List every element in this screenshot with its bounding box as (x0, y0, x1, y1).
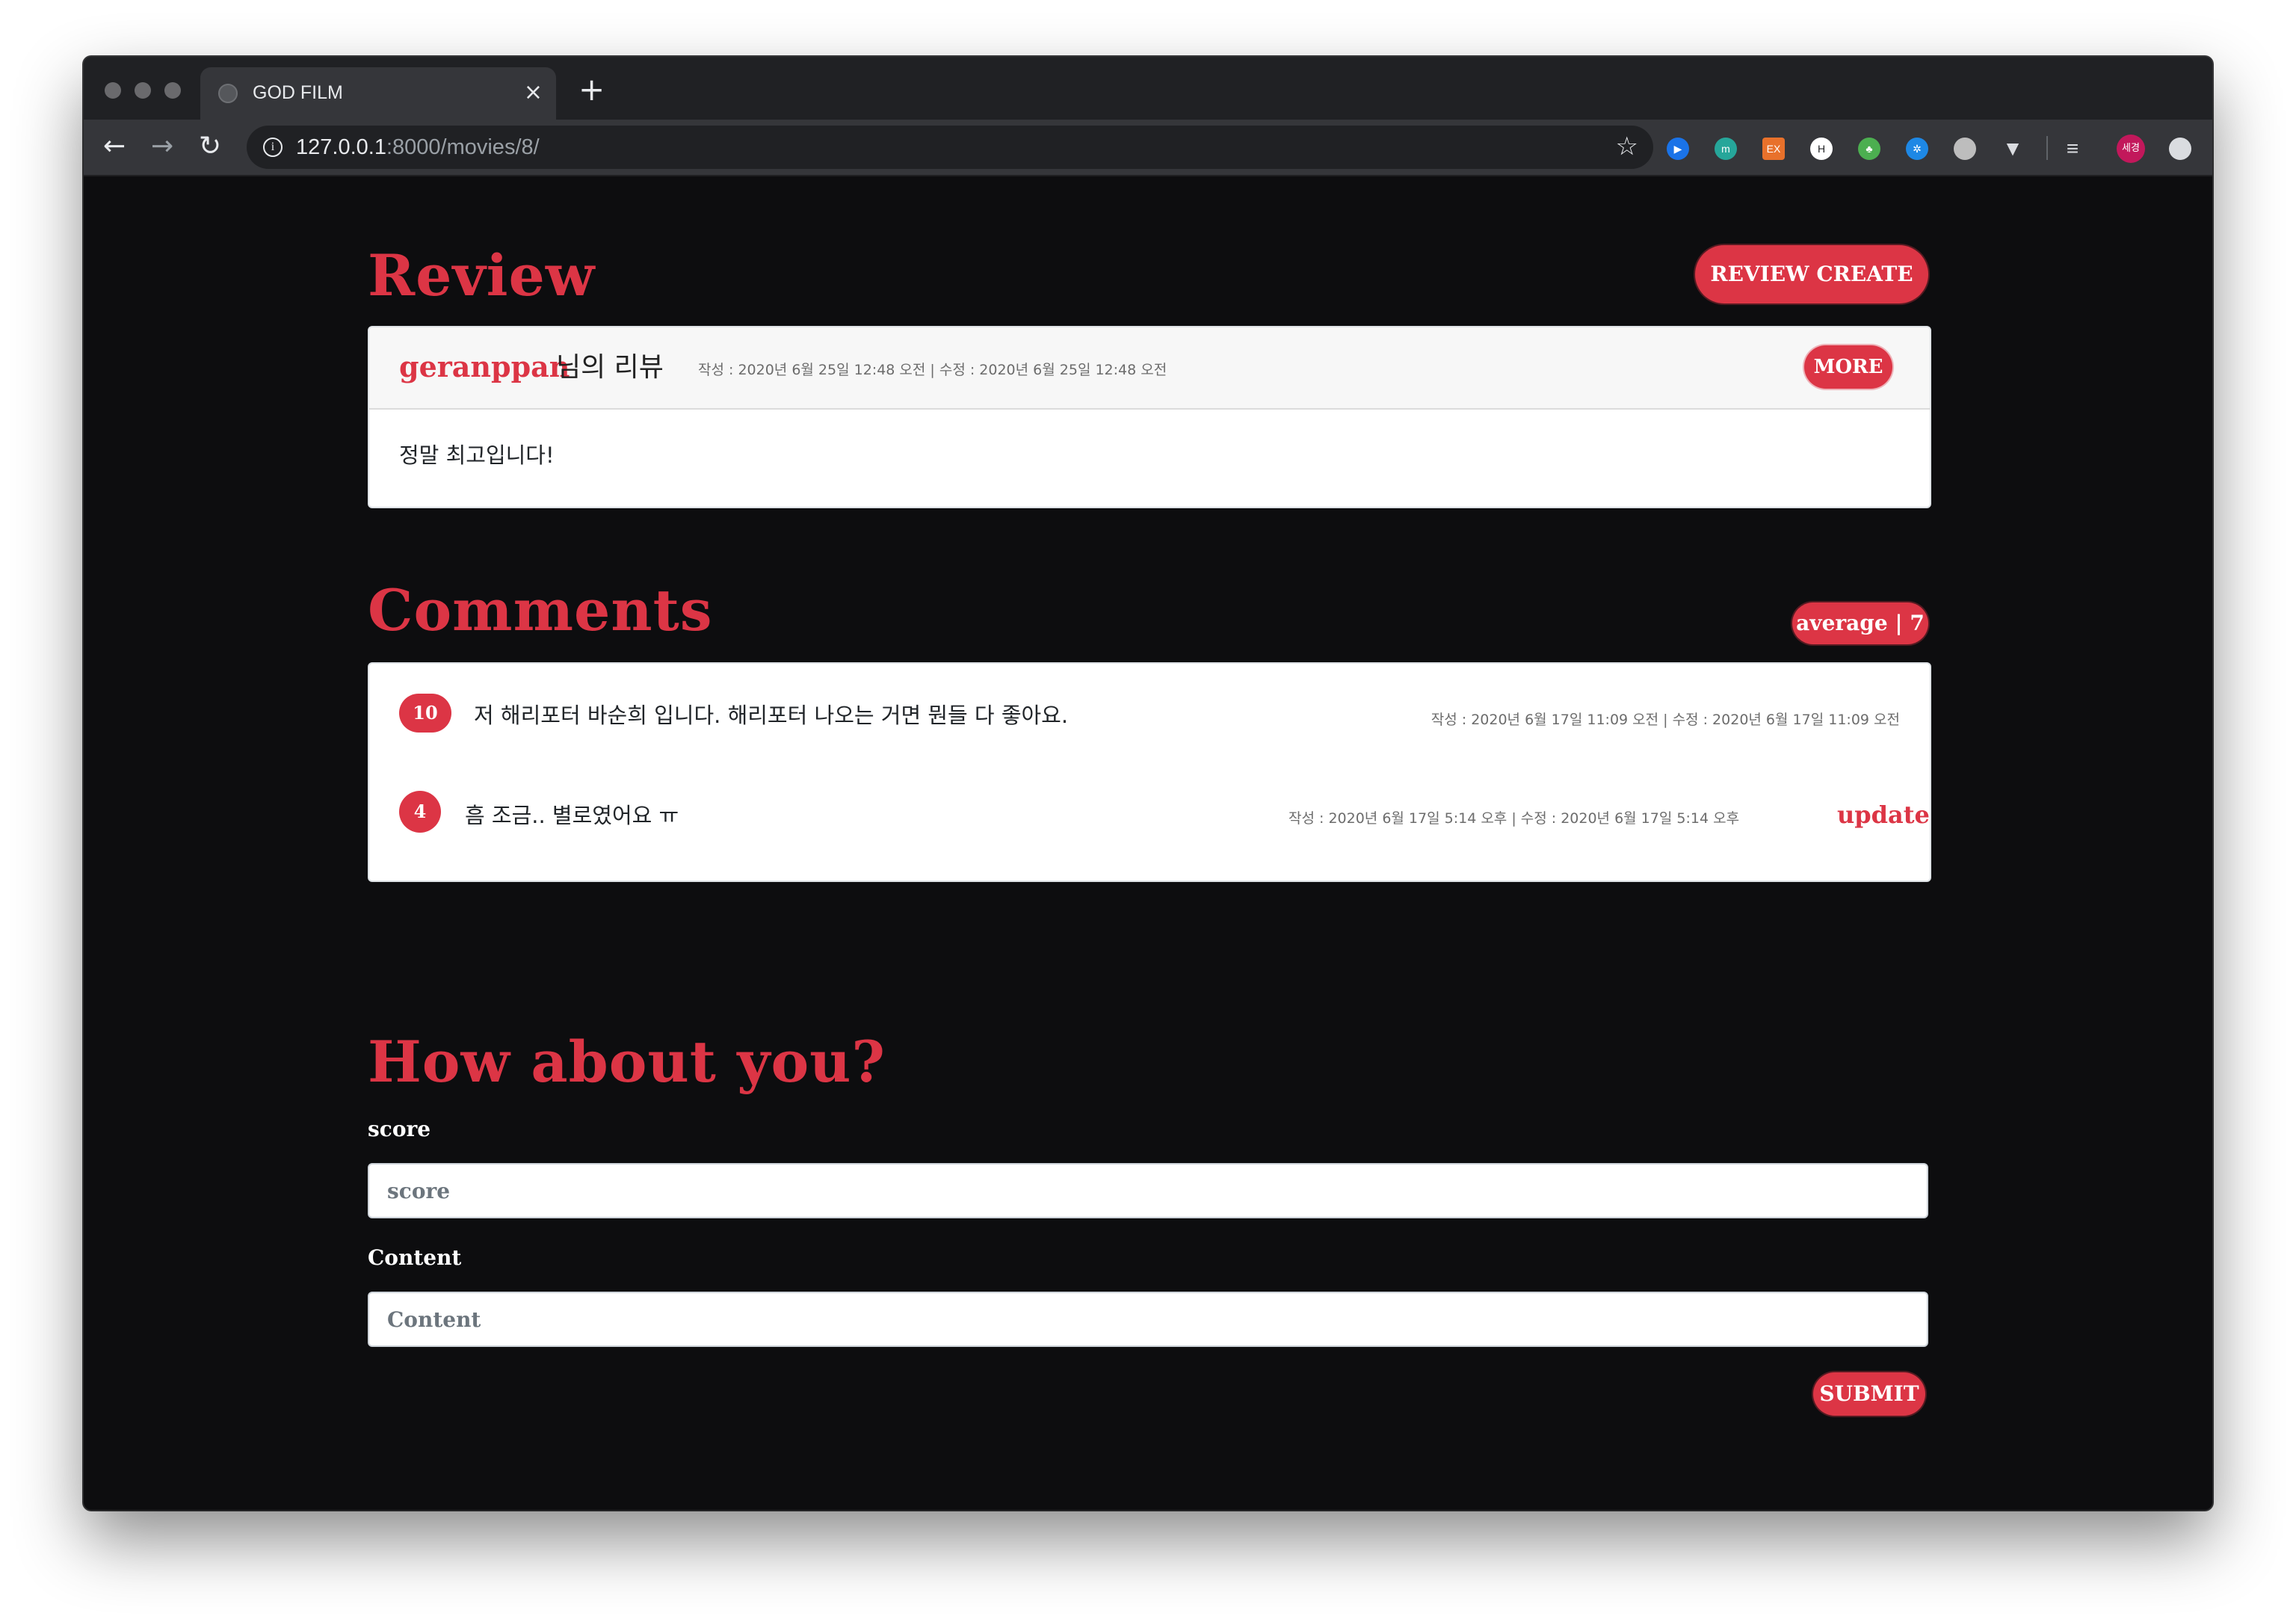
play-extension-icon[interactable]: ▶ (1667, 138, 1689, 160)
content-label: Content (368, 1245, 462, 1270)
h-extension-icon[interactable]: H (1810, 138, 1833, 160)
submit-button[interactable]: SUBMIT (1813, 1372, 1925, 1416)
comment-meta: 작성 : 2020년 6월 17일 5:14 오후 | 수정 : 2020년 6… (1289, 810, 1740, 827)
ex-extension-icon[interactable]: EX (1762, 138, 1785, 160)
tab-god-film[interactable]: GOD FILM × (200, 67, 556, 120)
score-label: score (368, 1117, 431, 1141)
comment-score-badge: 4 (399, 791, 441, 833)
browser-window: GOD FILM × + ← → ↻ i 127.0.0.1:8000/movi… (84, 57, 2212, 1510)
vue-extension-icon[interactable]: ▼ (2002, 138, 2024, 160)
profile-avatar[interactable]: 세경 (2117, 135, 2145, 163)
comments-card: 10 저 해리포터 바순희 입니다. 해리포터 나오는 거면 뭔들 다 좋아요.… (368, 662, 1931, 882)
average-score-badge: average | 7 (1792, 602, 1928, 644)
review-heading: Review (368, 242, 596, 309)
review-author[interactable]: geranppan (399, 345, 570, 389)
menu-icon[interactable] (2169, 138, 2191, 160)
minimize-window-icon[interactable] (135, 82, 151, 99)
review-card: geranppan 님의 리뷰 작성 : 2020년 6월 25일 12:48 … (368, 326, 1931, 508)
back-arrow-icon[interactable]: ← (103, 130, 126, 163)
leaf-extension-icon[interactable]: ♣ (1858, 138, 1880, 160)
comments-heading: Comments (368, 577, 713, 644)
info-icon[interactable]: i (263, 138, 283, 157)
m-extension-icon[interactable]: m (1715, 138, 1737, 160)
toolbar-separator (2046, 136, 2048, 160)
new-tab-button[interactable]: + (578, 73, 605, 106)
comment-text: 흠 조금.. 별로였어요 ㅠ (465, 803, 679, 828)
tab-title: GOD FILM (253, 82, 343, 103)
media-queue-icon[interactable]: ≡ (2061, 138, 2084, 160)
comment-text: 저 해리포터 바순희 입니다. 해리포터 나오는 거면 뭔들 다 좋아요. (474, 703, 1069, 728)
review-meta: 작성 : 2020년 6월 25일 12:48 오전 | 수정 : 2020년 … (698, 362, 1167, 378)
review-body: 정말 최고입니다! (399, 442, 555, 468)
url-text: 127.0.0.1:8000/movies/8/ (296, 135, 540, 159)
globe-icon (218, 84, 238, 103)
review-author-suffix: 님의 리뷰 (556, 352, 664, 383)
maximize-window-icon[interactable] (164, 82, 181, 99)
form-heading: How about you? (368, 1029, 886, 1095)
review-card-header: geranppan 님의 리뷰 작성 : 2020년 6월 25일 12:48 … (369, 327, 1930, 410)
browser-toolbar: ← → ↻ i 127.0.0.1:8000/movies/8/ ☆ ▶ m E… (84, 120, 2212, 176)
comment-meta: 작성 : 2020년 6월 17일 11:09 오전 | 수정 : 2020년 … (1431, 712, 1900, 728)
circle-extension-icon[interactable] (1954, 138, 1976, 160)
address-bar[interactable]: i 127.0.0.1:8000/movies/8/ ☆ (247, 126, 1653, 169)
update-comment-link[interactable]: update (1837, 798, 1930, 831)
close-tab-icon[interactable]: × (524, 78, 543, 108)
review-create-button[interactable]: REVIEW CREATE (1695, 245, 1928, 303)
bookmark-star-icon[interactable]: ☆ (1616, 132, 1638, 161)
content-input[interactable] (368, 1292, 1928, 1347)
comment-score-badge: 10 (399, 694, 451, 733)
puzzle-extension-icon[interactable]: ✲ (1906, 138, 1928, 160)
page-content: Review REVIEW CREATE geranppan 님의 리뷰 작성 … (84, 176, 2212, 1510)
tab-strip: GOD FILM × + (84, 57, 2212, 120)
forward-arrow-icon[interactable]: → (151, 130, 173, 163)
reload-icon[interactable]: ↻ (199, 130, 221, 163)
score-input[interactable] (368, 1163, 1928, 1218)
more-button[interactable]: MORE (1804, 345, 1892, 389)
close-window-icon[interactable] (105, 82, 121, 99)
